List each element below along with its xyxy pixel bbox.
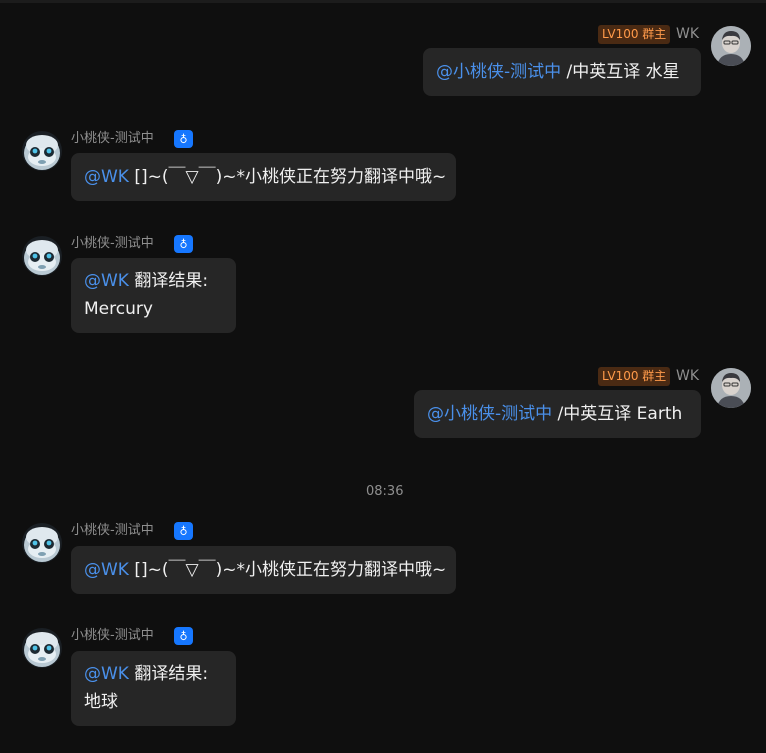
bot-icon: ♁ xyxy=(174,627,193,645)
message-bubble[interactable]: @WK []~(￣▽￣)~*小桃侠正在努力翻译中哦~ xyxy=(71,546,456,594)
sender-name[interactable]: 小桃侠-测试中 xyxy=(71,627,154,645)
mention-link[interactable]: @WK xyxy=(84,560,129,580)
bot-icon: ♁ xyxy=(174,522,193,540)
bot-avatar[interactable] xyxy=(22,131,62,171)
bot-avatar[interactable] xyxy=(22,628,62,668)
sender-name[interactable]: WK xyxy=(676,367,699,385)
avatar[interactable] xyxy=(711,368,751,408)
sender-name[interactable]: 小桃侠-测试中 xyxy=(71,235,154,253)
timestamp: 08:36 xyxy=(366,484,404,499)
message-bubble[interactable]: @WK 翻译结果: 地球 xyxy=(71,651,236,726)
mention-link[interactable]: @WK xyxy=(84,664,129,684)
message-text: /中英互译 Earth xyxy=(552,404,683,424)
message-text: 翻译结果: xyxy=(128,664,209,684)
sender-name[interactable]: 小桃侠-测试中 xyxy=(71,130,154,148)
level-badge: LV100 群主 xyxy=(598,25,671,44)
level-badge: LV100 群主 xyxy=(598,367,671,386)
bot-avatar[interactable] xyxy=(22,236,62,276)
message-bubble[interactable]: @小桃侠-测试中 /中英互译 Earth xyxy=(414,390,701,438)
message-bubble[interactable]: @小桃侠-测试中 /中英互译 水星 xyxy=(423,48,701,96)
bot-icon: ♁ xyxy=(174,235,193,253)
top-divider xyxy=(0,0,766,3)
mention-link[interactable]: @WK xyxy=(84,271,129,291)
mention-link[interactable]: @小桃侠-测试中 xyxy=(436,62,561,82)
mention-link[interactable]: @小桃侠-测试中 xyxy=(427,404,552,424)
sender-name[interactable]: WK xyxy=(676,25,699,43)
message-bubble[interactable]: @WK []~(￣▽￣)~*小桃侠正在努力翻译中哦~ xyxy=(71,153,456,201)
sender-name[interactable]: 小桃侠-测试中 xyxy=(71,522,154,540)
message-text: []~(￣▽￣)~*小桃侠正在努力翻译中哦~ xyxy=(128,560,447,580)
translation-result: Mercury xyxy=(84,299,153,319)
bot-icon: ♁ xyxy=(174,130,193,148)
mention-link[interactable]: @WK xyxy=(84,167,129,187)
message-bubble[interactable]: @WK 翻译结果: Mercury xyxy=(71,258,236,333)
message-text: 翻译结果: xyxy=(128,271,209,291)
translation-result: 地球 xyxy=(84,692,118,712)
message-text: []~(￣▽￣)~*小桃侠正在努力翻译中哦~ xyxy=(128,167,447,187)
avatar[interactable] xyxy=(711,26,751,66)
bot-avatar[interactable] xyxy=(22,523,62,563)
message-text: /中英互译 水星 xyxy=(561,62,680,82)
